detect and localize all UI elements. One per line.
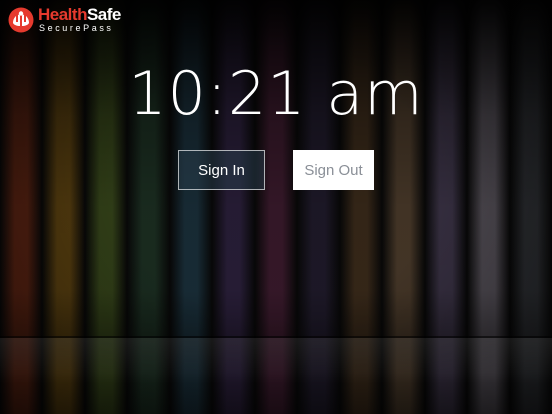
- sign-in-button[interactable]: Sign In: [178, 150, 265, 190]
- logo-wordmark: HealthSafe SecurePass: [38, 6, 121, 33]
- logo-name: HealthSafe: [38, 6, 121, 23]
- logo-subtitle: SecurePass: [39, 23, 114, 33]
- sign-in-screen: HealthSafe SecurePass 10:21 am Sign In S…: [0, 0, 552, 414]
- sign-out-button[interactable]: Sign Out: [293, 150, 374, 190]
- floor-sheen: [0, 338, 552, 414]
- clock-display: 10:21 am: [128, 59, 424, 129]
- logo-name-safe: Safe: [86, 5, 121, 24]
- healthsafe-logo: HealthSafe SecurePass: [8, 6, 121, 33]
- logo-name-health: Health: [38, 5, 87, 24]
- hands-heart-icon: [8, 7, 34, 32]
